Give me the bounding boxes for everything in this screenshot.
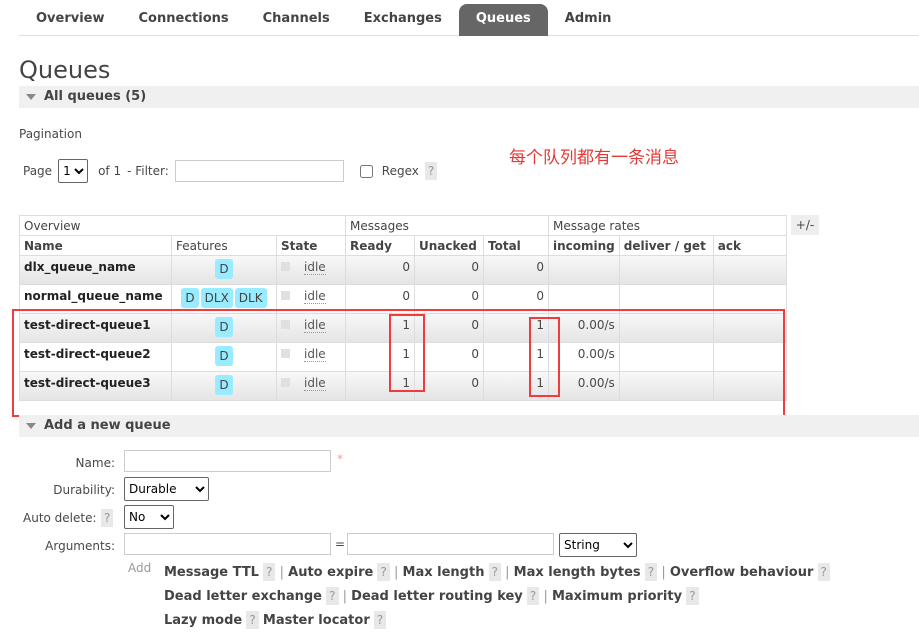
durability-select[interactable]: Durable (124, 477, 209, 501)
argument-key-input[interactable] (124, 533, 331, 555)
ack-cell (712, 255, 788, 285)
feature-badge: DLK (234, 288, 267, 308)
tab-exchanges[interactable]: Exchanges (347, 0, 459, 36)
state-text: idle (304, 289, 326, 304)
col-state[interactable]: State (276, 235, 346, 256)
argument-shortcut-link[interactable]: Master locator (263, 613, 370, 628)
ready-cell: 0 (345, 255, 415, 285)
required-marker: * (337, 452, 343, 466)
durability-label: Durability: (53, 483, 115, 497)
auto-delete-select[interactable]: No (124, 505, 174, 529)
unacked-cell: 0 (414, 255, 484, 285)
regex-checkbox[interactable] (359, 164, 373, 178)
tab-channels[interactable]: Channels (246, 0, 347, 36)
col-unacked[interactable]: Unacked (414, 235, 484, 256)
col-total[interactable]: Total (483, 235, 549, 256)
tab-admin[interactable]: Admin (548, 0, 629, 36)
arguments-label: Arguments: (45, 539, 115, 553)
col-name[interactable]: Name (19, 235, 172, 256)
deliver-get-cell (618, 255, 714, 285)
page-label: Page (23, 164, 53, 178)
col-features: Features (171, 235, 277, 256)
group-messages: Messages (345, 215, 549, 236)
argument-help[interactable]: ? (263, 563, 276, 581)
queue-name-link[interactable]: normal_queue_name (24, 289, 163, 303)
queue-name-input[interactable] (124, 450, 331, 472)
table-row: dlx_queue_name D idle 0 0 0 (19, 255, 788, 285)
feature-badge: D (215, 259, 233, 279)
argument-help[interactable]: ? (644, 563, 658, 581)
annotation-text: 每个队列都有一条消息 (509, 148, 679, 168)
col-incoming[interactable]: incoming (548, 235, 620, 256)
col-ack[interactable]: ack (712, 235, 788, 256)
argument-shortcut-link[interactable]: Max length bytes (514, 565, 641, 580)
argument-shortcut-link[interactable]: Auto expire (288, 565, 373, 580)
argument-shortcut-link[interactable]: Max length (403, 565, 485, 580)
argument-shortcut-link[interactable]: Dead letter exchange (164, 589, 322, 604)
all-queues-toggle[interactable]: All queues (5) (19, 86, 919, 108)
filter-input[interactable] (174, 160, 344, 182)
group-message-rates: Message rates (548, 215, 787, 236)
page-select[interactable]: 1 (58, 159, 89, 183)
regex-help[interactable]: ? (424, 162, 438, 180)
pagination-label: Pagination (19, 127, 82, 141)
state-text: idle (304, 260, 326, 275)
argument-shortcut-link[interactable]: Maximum priority (552, 589, 682, 604)
auto-delete-label: Auto delete: (23, 511, 97, 525)
filter-label: - Filter: (127, 164, 169, 178)
argument-help[interactable]: ? (326, 587, 339, 605)
features-cell: D (171, 255, 277, 285)
incoming-cell (548, 255, 620, 285)
add-queue-toggle[interactable]: Add a new queue (19, 415, 919, 437)
argument-shortcut-link[interactable]: Overflow behaviour (670, 565, 814, 580)
argument-help[interactable]: ? (817, 563, 830, 581)
group-overview: Overview (19, 215, 346, 236)
argument-help[interactable]: ? (377, 563, 390, 581)
highlight-box-total (529, 317, 560, 397)
queue-name-link[interactable]: dlx_queue_name (24, 260, 136, 274)
argument-type-select[interactable]: String (559, 533, 637, 557)
auto-delete-help[interactable]: ? (101, 509, 114, 527)
main-nav: Overview Connections Channels Exchanges … (19, 0, 919, 36)
state-indicator (281, 262, 290, 271)
regex-label: Regex (381, 164, 419, 178)
argument-value-input[interactable] (347, 533, 554, 555)
columns-toggle-button[interactable]: +/- (791, 215, 819, 235)
col-ready[interactable]: Ready (345, 235, 415, 256)
col-deliver-get[interactable]: deliver / get (618, 235, 714, 256)
tab-connections[interactable]: Connections (122, 0, 246, 36)
argument-help[interactable]: ? (373, 611, 387, 629)
argument-shortcut-link[interactable]: Dead letter routing key (351, 589, 523, 604)
feature-badge: DLX (200, 288, 233, 308)
total-cell: 0 (483, 255, 549, 285)
argument-shortcut-link[interactable]: Message TTL (164, 565, 259, 580)
tab-overview[interactable]: Overview (19, 0, 122, 36)
argument-help[interactable]: ? (246, 611, 259, 629)
highlight-box-ready (389, 314, 425, 392)
argument-shortcut-link[interactable]: Lazy mode (164, 613, 242, 628)
argument-help[interactable]: ? (686, 587, 699, 605)
name-label: Name: (75, 456, 115, 470)
tab-queues[interactable]: Queues (458, 4, 548, 36)
feature-badge: D (181, 288, 199, 308)
page-of: of 1 (98, 164, 122, 178)
argument-help[interactable]: ? (526, 587, 540, 605)
argument-help[interactable]: ? (488, 563, 501, 581)
page-title: Queues (19, 56, 111, 84)
add-argument-label: Add (128, 561, 152, 575)
state-indicator (281, 291, 290, 300)
equals-sign: = (335, 537, 346, 551)
